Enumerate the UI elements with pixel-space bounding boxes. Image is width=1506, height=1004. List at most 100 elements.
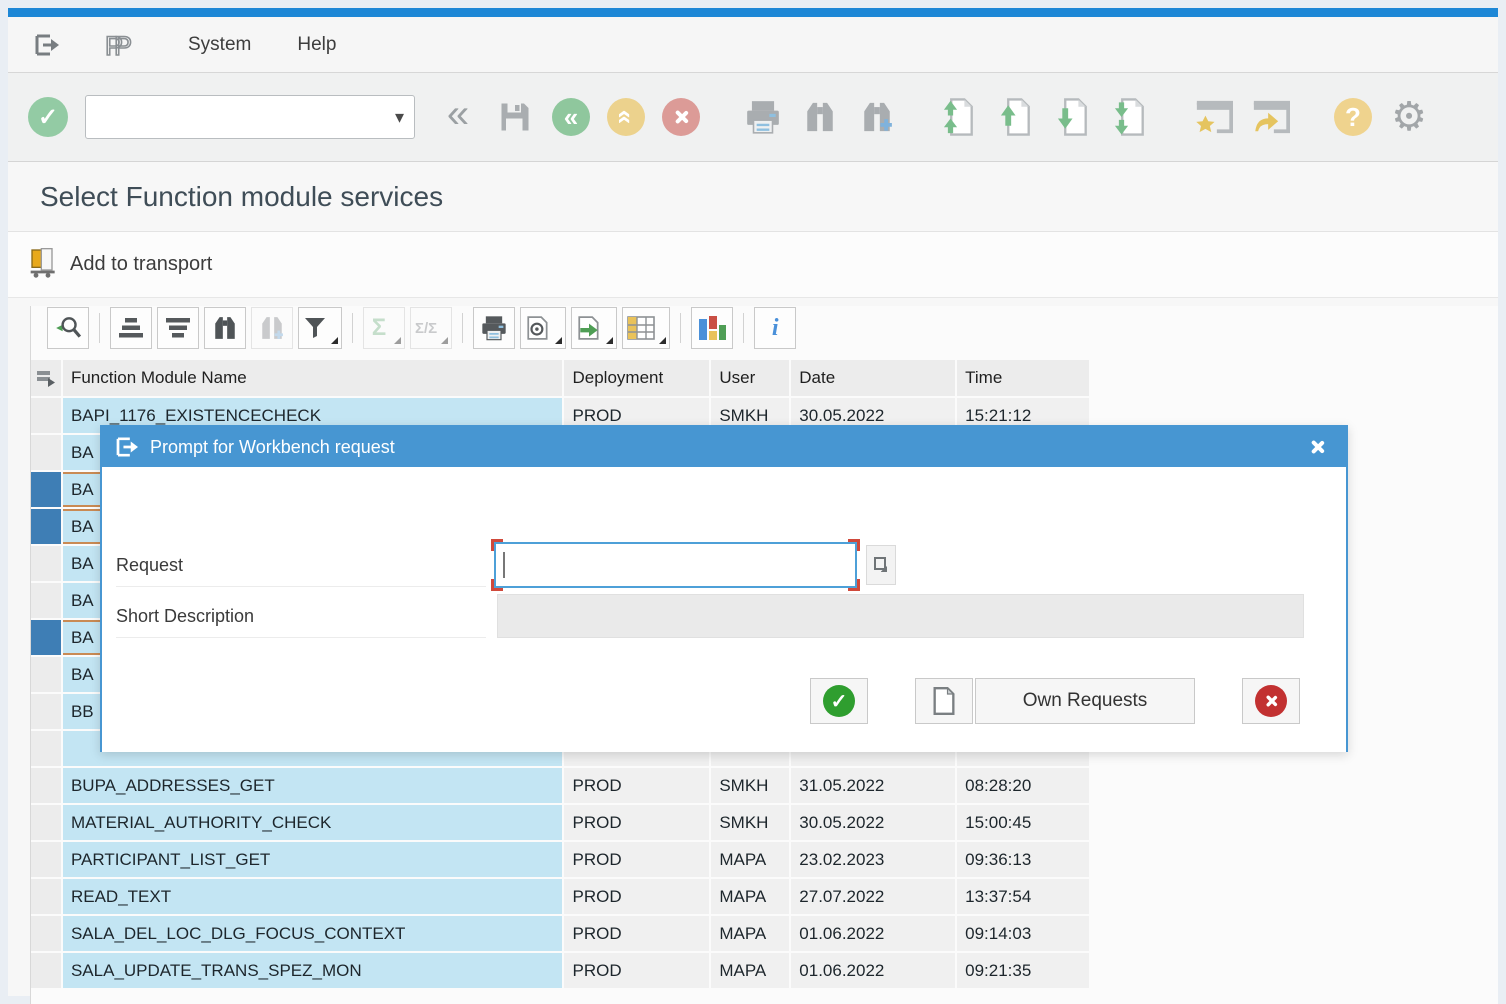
column-header-function-module-name[interactable]: Function Module Name <box>63 360 563 396</box>
row-selector[interactable] <box>31 620 61 655</box>
dialog-body: Request Short Description ✓ Own Requests <box>102 467 1346 752</box>
cancel-icon[interactable] <box>662 98 700 136</box>
page-title: Select Function module services <box>40 181 443 213</box>
workbench-request-dialog: Prompt for Workbench request Request Sho… <box>100 425 1348 752</box>
menu-item-help[interactable]: Help <box>297 34 336 56</box>
row-selector[interactable] <box>31 472 61 507</box>
create-request-icon <box>932 687 956 715</box>
row-selector[interactable] <box>31 583 61 618</box>
continue-button[interactable]: ✓ <box>810 678 868 724</box>
create-request-button[interactable] <box>915 678 973 724</box>
find-icon[interactable] <box>800 93 840 141</box>
sort-ascending-icon[interactable] <box>110 307 152 349</box>
table-row[interactable]: READ_TEXT PROD MAPA 27.07.2022 13:37:54 <box>31 879 1091 914</box>
dialog-exit-icon <box>116 437 140 457</box>
short-description-label: Short Description <box>116 594 486 638</box>
row-selector[interactable] <box>31 879 61 914</box>
row-selector[interactable] <box>31 435 61 470</box>
row-selector[interactable] <box>31 768 61 803</box>
row-selector[interactable] <box>31 694 61 729</box>
info-icon[interactable]: i <box>754 307 796 349</box>
screenshot-stage: PP System Help ✓ ▾ « « « <box>0 0 1506 1004</box>
toolbar-separator <box>462 313 463 343</box>
own-requests-button[interactable]: Own Requests <box>975 678 1195 724</box>
sort-descending-icon[interactable] <box>157 307 199 349</box>
row-selector[interactable] <box>31 953 61 988</box>
toolbar-separator <box>680 313 681 343</box>
subtotal-icon[interactable]: Σ/Σ <box>410 307 452 349</box>
table-row[interactable]: SALA_DEL_LOC_DLG_FOCUS_CONTEXT PROD MAPA… <box>31 916 1091 951</box>
window-accent-strip <box>8 8 1498 17</box>
column-header-time[interactable]: Time <box>957 360 1089 396</box>
chevron-down-icon[interactable]: ▾ <box>395 107 404 128</box>
views-icon[interactable] <box>520 307 566 349</box>
table-row[interactable]: SALA_UPDATE_TRANS_SPEZ_MON PROD MAPA 01.… <box>31 953 1091 988</box>
select-all-icon[interactable] <box>31 360 61 396</box>
save-icon[interactable] <box>495 93 535 141</box>
export-icon[interactable] <box>571 307 617 349</box>
short-description-field <box>497 594 1304 638</box>
add-to-transport-button[interactable]: Add to transport <box>70 253 212 276</box>
next-page-icon[interactable] <box>1054 93 1094 141</box>
exit-icon[interactable]: « <box>607 98 645 136</box>
transport-cart-icon <box>28 246 60 283</box>
toolbar-separator <box>743 313 744 343</box>
exit-icon[interactable] <box>26 34 70 56</box>
gui-menu-icon[interactable]: PP <box>98 29 142 61</box>
previous-page-icon[interactable] <box>997 93 1037 141</box>
request-input[interactable] <box>494 542 857 588</box>
dialog-title-bar[interactable]: Prompt for Workbench request <box>102 427 1346 467</box>
column-header-date[interactable]: Date <box>791 360 955 396</box>
application-toolbar: Add to transport <box>8 232 1498 298</box>
last-page-icon[interactable] <box>1111 93 1151 141</box>
page-title-bar: Select Function module services <box>8 162 1498 232</box>
request-field-focus-frame <box>491 539 860 591</box>
row-selector[interactable] <box>31 842 61 877</box>
row-selector[interactable] <box>31 731 61 766</box>
find-icon[interactable] <box>204 307 246 349</box>
row-selector[interactable] <box>31 398 61 433</box>
table-row[interactable]: MATERIAL_AUTHORITY_CHECK PROD SMKH 30.05… <box>31 805 1091 840</box>
svg-text:P: P <box>114 31 132 61</box>
table-row[interactable]: PARTICIPANT_LIST_GET PROD MAPA 23.02.202… <box>31 842 1091 877</box>
menu-item-system[interactable]: System <box>188 34 251 56</box>
graphics-icon[interactable] <box>691 307 733 349</box>
column-header-deployment[interactable]: Deployment <box>564 360 709 396</box>
find-next-icon[interactable] <box>251 307 293 349</box>
alv-toolbar: Σ Σ/Σ i <box>47 306 1498 350</box>
row-selector[interactable] <box>31 546 61 581</box>
continue-check-icon: ✓ <box>823 685 855 717</box>
standard-toolbar: ✓ ▾ « « « <box>8 73 1498 162</box>
print-icon[interactable] <box>473 307 515 349</box>
value-help-icon[interactable] <box>866 545 896 585</box>
text-caret <box>503 552 505 578</box>
help-icon[interactable]: ? <box>1334 98 1372 136</box>
find-next-icon[interactable] <box>857 93 897 141</box>
row-selector[interactable] <box>31 657 61 692</box>
details-icon[interactable] <box>47 307 89 349</box>
row-selector[interactable] <box>31 509 61 544</box>
column-header-user[interactable]: User <box>711 360 789 396</box>
menu-bar: PP System Help <box>8 17 1498 73</box>
print-icon[interactable] <box>743 93 783 141</box>
command-field[interactable]: ▾ <box>85 95 415 139</box>
first-page-icon[interactable] <box>940 93 980 141</box>
choose-layout-icon[interactable] <box>622 307 670 349</box>
close-icon[interactable] <box>1302 432 1332 462</box>
filter-icon[interactable] <box>298 307 342 349</box>
back-icon[interactable]: « <box>552 98 590 136</box>
customize-icon[interactable]: ⚙ <box>1389 93 1429 141</box>
sum-icon[interactable]: Σ <box>363 307 405 349</box>
cancel-icon <box>1255 685 1287 717</box>
cancel-button[interactable] <box>1242 678 1300 724</box>
new-session-icon[interactable] <box>1194 93 1234 141</box>
dialog-title: Prompt for Workbench request <box>150 437 1292 458</box>
toolbar-separator <box>352 313 353 343</box>
row-selector[interactable] <box>31 805 61 840</box>
row-selector[interactable] <box>31 916 61 951</box>
table-row[interactable]: BUPA_ADDRESSES_GET PROD SMKH 31.05.2022 … <box>31 768 1091 803</box>
create-shortcut-icon[interactable] <box>1251 93 1291 141</box>
enter-icon[interactable]: ✓ <box>28 97 68 137</box>
table-header-row: Function Module Name Deployment User Dat… <box>31 360 1091 396</box>
back-chevrons-icon[interactable]: « <box>438 90 478 138</box>
